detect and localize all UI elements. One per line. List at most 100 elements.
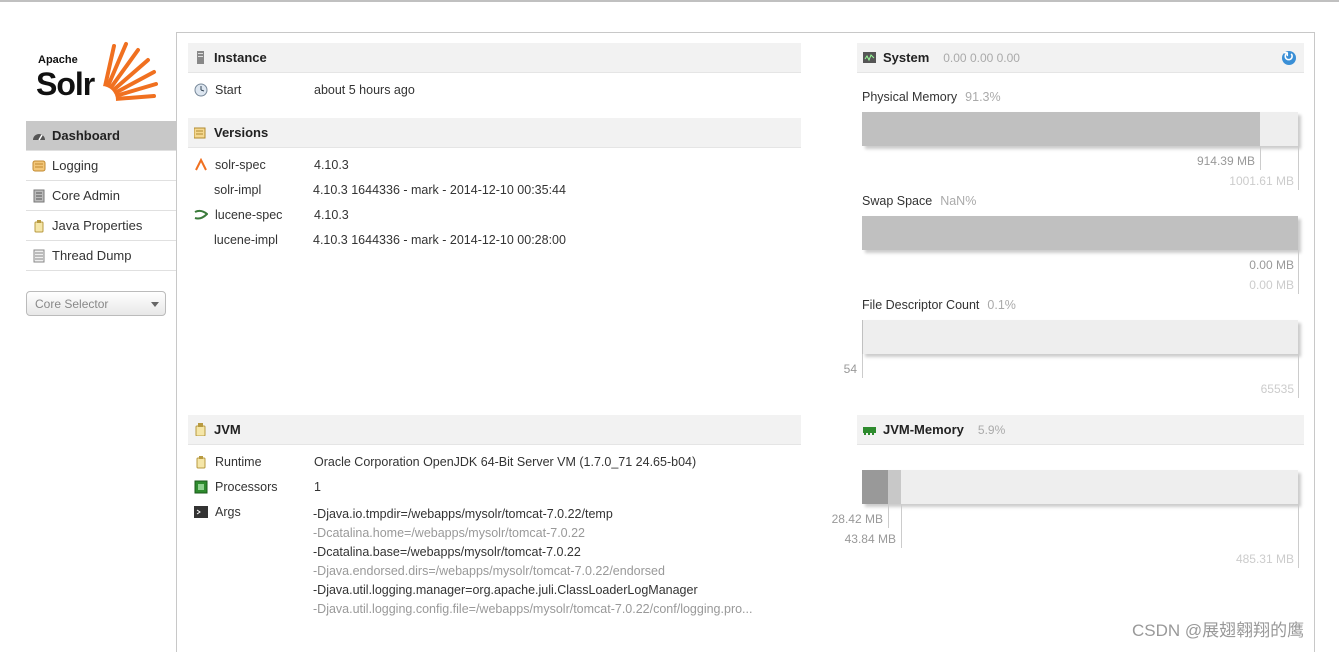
jvm-processors-row: Processors 1 — [194, 478, 321, 496]
nav-item-dashboard[interactable]: Dashboard — [26, 121, 176, 151]
processors-label: Processors — [215, 480, 314, 494]
versions-icon — [194, 126, 207, 139]
nav-item-java-properties[interactable]: Java Properties — [26, 211, 176, 241]
file-descriptor-used: 54 — [820, 362, 857, 376]
nav-label-logging: Logging — [52, 158, 98, 173]
solr-small-icon — [194, 158, 208, 172]
nav-label-core-admin: Core Admin — [52, 188, 120, 203]
physical-memory-pct: 91.3% — [965, 90, 1000, 104]
thread-dump-icon — [32, 249, 46, 263]
swap-space-bar-fill — [862, 216, 1298, 250]
version-label: solr-impl — [214, 183, 313, 197]
version-row: lucene-impl 4.10.3 1644336 - mark - 2014… — [214, 231, 566, 249]
jvm-args-row: Args — [194, 503, 315, 521]
jvm-memory-used: 28.42 MB — [800, 512, 883, 526]
system-header: System 0.00 0.00 0.00 — [857, 43, 1304, 73]
jvm-memory-header: JVM-Memory 5.9% — [857, 415, 1304, 445]
jvm-memory-pct: 5.9% — [978, 423, 1005, 437]
solr-logo[interactable]: Apache Solr — [36, 40, 158, 104]
core-selector-dropdown[interactable]: Core Selector — [26, 291, 166, 316]
core-selector-label: Core Selector — [35, 297, 108, 311]
swap-space-used: 0.00 MB — [1200, 258, 1294, 272]
memory-chip-icon — [863, 423, 876, 436]
system-monitor-icon — [863, 51, 876, 64]
file-descriptor-bar — [862, 320, 1298, 354]
runtime-label: Runtime — [215, 455, 314, 469]
version-value: 4.10.3 1644336 - mark - 2014-12-10 00:28… — [313, 233, 566, 247]
processor-icon — [194, 480, 208, 494]
jvm-memory-max: 485.31 MB — [1200, 552, 1294, 566]
jvm-memory-used-fill — [862, 470, 888, 504]
file-descriptor-total: 65535 — [1200, 382, 1294, 396]
swap-space-label: Swap SpaceNaN% — [862, 194, 976, 208]
jvm-arg: -Dcatalina.base=/webapps/mysolr/tomcat-7… — [313, 543, 795, 562]
bar-tick — [1260, 146, 1261, 170]
physical-memory-title: Physical Memory — [862, 90, 957, 104]
file-descriptor-label: File Descriptor Count 0.1% — [862, 298, 1016, 312]
top-border — [0, 0, 1339, 2]
nav-item-core-admin[interactable]: Core Admin — [26, 181, 176, 211]
lucene-icon — [194, 208, 208, 222]
processors-value: 1 — [314, 480, 321, 494]
jvm-runtime-row: Runtime Oracle Corporation OpenJDK 64-Bi… — [194, 453, 696, 471]
refresh-icon[interactable] — [1282, 51, 1296, 65]
versions-title: Versions — [214, 125, 268, 140]
nav-label-java-properties: Java Properties — [52, 218, 142, 233]
bar-tick — [1298, 250, 1299, 294]
system-title: System — [883, 50, 929, 65]
jvm-arg: -Djava.endorsed.dirs=/webapps/mysolr/tom… — [313, 562, 795, 581]
terminal-icon — [194, 505, 208, 519]
core-admin-icon — [32, 189, 46, 203]
sidebar-nav: Dashboard Logging Core Admin Java Proper… — [26, 121, 176, 271]
version-value: 4.10.3 — [314, 158, 349, 172]
bar-tick — [1298, 354, 1299, 398]
version-label: solr-spec — [215, 158, 314, 172]
solr-sun-icon — [94, 40, 158, 104]
nav-item-thread-dump[interactable]: Thread Dump — [26, 241, 176, 271]
bar-tick — [862, 354, 863, 378]
swap-space-title: Swap Space — [862, 194, 932, 208]
file-descriptor-pct: 0.1% — [987, 298, 1016, 312]
jvm-arg: -Djava.io.tmpdir=/webapps/mysolr/tomcat-… — [313, 505, 795, 524]
version-row: solr-spec 4.10.3 — [194, 156, 349, 174]
physical-memory-used: 914.39 MB — [1150, 154, 1255, 168]
bar-tick — [1298, 504, 1299, 568]
jvm-header: JVM — [188, 415, 801, 445]
version-label: lucene-impl — [214, 233, 313, 247]
bar-tick — [1298, 146, 1299, 190]
instance-title: Instance — [214, 50, 267, 65]
jvm-title: JVM — [214, 422, 241, 437]
physical-memory-total: 1001.61 MB — [1185, 174, 1294, 188]
file-descriptor-title: File Descriptor Count — [862, 298, 979, 312]
jvm-memory-title: JVM-Memory — [883, 422, 964, 437]
bar-tick — [888, 504, 889, 528]
version-label: lucene-spec — [215, 208, 314, 222]
chevron-down-icon — [151, 302, 159, 307]
runtime-value: Oracle Corporation OpenJDK 64-Bit Server… — [314, 455, 696, 469]
server-icon — [194, 51, 207, 64]
instance-start-row: Start about 5 hours ago — [194, 81, 415, 99]
java-properties-icon — [32, 219, 46, 233]
swap-space-total: 0.00 MB — [1200, 278, 1294, 292]
versions-header: Versions — [188, 118, 801, 148]
jvm-args-list: -Djava.io.tmpdir=/webapps/mysolr/tomcat-… — [313, 505, 803, 619]
watermark: CSDN @展翅翱翔的鹰 — [1132, 616, 1304, 641]
start-label: Start — [215, 83, 314, 97]
jvm-arg: -Djava.util.logging.manager=org.apache.j… — [313, 581, 795, 600]
version-value: 4.10.3 — [314, 208, 349, 222]
runtime-icon — [194, 455, 208, 469]
bar-tick — [901, 504, 902, 548]
logo-apache-text: Apache — [38, 54, 78, 66]
version-row: solr-impl 4.10.3 1644336 - mark - 2014-1… — [214, 181, 566, 199]
nav-label-dashboard: Dashboard — [52, 128, 120, 143]
jvm-memory-bar — [862, 470, 1298, 504]
logo-solr-text: Solr — [36, 66, 94, 103]
swap-space-bar — [862, 216, 1298, 250]
nav-label-thread-dump: Thread Dump — [52, 248, 131, 263]
physical-memory-bar — [862, 112, 1298, 146]
physical-memory-bar-fill — [862, 112, 1260, 146]
version-value: 4.10.3 1644336 - mark - 2014-12-10 00:35… — [313, 183, 566, 197]
nav-item-logging[interactable]: Logging — [26, 151, 176, 181]
start-value: about 5 hours ago — [314, 83, 415, 97]
version-row: lucene-spec 4.10.3 — [194, 206, 349, 224]
